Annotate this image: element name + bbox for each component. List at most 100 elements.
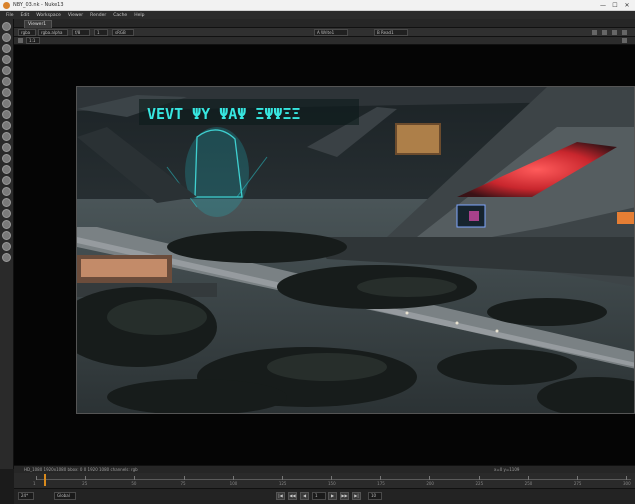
timeline-tick [626, 476, 627, 480]
first-frame-button[interactable]: |◀ [276, 492, 285, 500]
window-title: NBY_03.nk - Nuke13 [13, 2, 64, 8]
svg-text:VEVT ΨΥ ΨΑΨ ΞΨΨΞΞ: VEVT ΨΥ ΨΑΨ ΞΨΨΞΞ [147, 105, 301, 123]
timeline-tick [576, 476, 578, 480]
menu-help[interactable]: Help [134, 13, 144, 18]
timeline-tick [232, 476, 234, 480]
viewer-controls: rgba rgba.alpha f/8 1 sRGB A Write1 B Re… [14, 28, 635, 37]
viewer-secondary-controls: 1:1 [14, 37, 635, 45]
cryptomatte-icon[interactable] [2, 176, 11, 185]
play-forward-button[interactable]: ▶ [328, 492, 337, 500]
keyer-icon[interactable] [2, 187, 11, 196]
color-icon[interactable] [2, 253, 11, 262]
timeline-tick-label: 125 [278, 481, 287, 486]
cursor-info: x=0 y=1109 [494, 467, 520, 472]
grade-icon[interactable] [2, 66, 11, 75]
menu-render[interactable]: Render [90, 13, 106, 18]
clone-icon[interactable] [2, 44, 11, 53]
draw-icon[interactable] [2, 220, 11, 229]
views-icon[interactable] [2, 132, 11, 141]
paint-icon[interactable] [2, 33, 11, 42]
timeline-ruler [36, 479, 631, 480]
metadata-icon[interactable] [2, 143, 11, 152]
last-frame-button[interactable]: ▶| [352, 492, 361, 500]
time-icon[interactable] [2, 209, 11, 218]
toolbar [0, 19, 14, 469]
menu-file[interactable]: File [6, 13, 14, 18]
tab-viewer1[interactable]: Viewer1 [24, 20, 52, 28]
image-icon[interactable] [2, 231, 11, 240]
timeline-tick-label: 225 [475, 481, 484, 486]
toolsets-icon[interactable] [2, 154, 11, 163]
timeline-tick [183, 476, 185, 480]
menu-viewer[interactable]: Viewer [68, 13, 83, 18]
pointer-icon[interactable] [2, 22, 11, 31]
maximize-button[interactable]: ☐ [610, 1, 620, 10]
timeline-tick-label: 175 [377, 481, 385, 486]
close-button[interactable]: ✕ [622, 1, 632, 10]
timeline-tick-label: 1 [33, 481, 36, 486]
frame-field[interactable]: 1 [312, 492, 326, 500]
title-bar: NBY_03.nk - Nuke13 — ☐ ✕ [0, 0, 635, 11]
timeline-tick [36, 476, 37, 480]
playhead[interactable] [44, 474, 46, 486]
refresh-icon[interactable] [622, 30, 627, 35]
timeline[interactable]: 1 25 50 75 100 125 150 175 200 225 250 275 300 [14, 473, 635, 488]
play-backward-button[interactable]: ◀ [300, 492, 309, 500]
menu-edit[interactable]: Edit [21, 13, 30, 18]
overlay-icon[interactable] [602, 30, 607, 35]
timeline-tick-label: 25 [82, 481, 88, 486]
input-b-dropdown[interactable]: B Read1 [374, 29, 408, 36]
transport-controls: 24* Global |◀ ◀◀ ◀ 1 ▶ ▶▶ ▶| 10 [14, 488, 635, 504]
timeline-tick [134, 476, 136, 480]
blur-icon[interactable] [2, 55, 11, 64]
prev-keyframe-button[interactable]: ◀◀ [288, 492, 297, 500]
colorspace-dropdown[interactable]: sRGB [112, 29, 134, 36]
timeline-tick [478, 476, 480, 480]
timeline-tick-label: 275 [573, 481, 582, 486]
timeline-tick-label: 200 [426, 481, 434, 486]
timeline-tick-label: 75 [180, 481, 186, 486]
range-dropdown[interactable]: Global [54, 492, 76, 500]
proxy-dropdown[interactable]: 1:1 [26, 37, 40, 44]
step-field[interactable]: 10 [368, 492, 382, 500]
particle-icon[interactable] [2, 110, 11, 119]
timeline-tick [331, 476, 332, 480]
timeline-tick-label: 250 [524, 481, 533, 486]
format-info: HD_1080 1920x1080 bbox: 0 0 1920 1080 ch… [24, 467, 138, 472]
info-bar: HD_1080 1920x1080 bbox: 0 0 1920 1080 ch… [14, 465, 635, 473]
3d-icon[interactable] [2, 99, 11, 108]
roi-icon[interactable] [612, 30, 617, 35]
minimize-button[interactable]: — [598, 1, 608, 10]
merge-icon[interactable] [2, 77, 11, 86]
transform-icon[interactable] [2, 88, 11, 97]
lock-icon[interactable] [592, 30, 597, 35]
timeline-tick [429, 476, 431, 480]
channels-dropdown[interactable]: rgba [18, 29, 36, 36]
timeline-tick-label: 100 [229, 481, 238, 486]
timeline-tick-label: 150 [328, 481, 336, 486]
next-keyframe-button[interactable]: ▶▶ [340, 492, 349, 500]
menu-cache[interactable]: Cache [113, 13, 127, 18]
menu-workspace[interactable]: Workspace [36, 13, 61, 18]
input-a-dropdown[interactable]: A Write1 [314, 29, 348, 36]
deep-icon[interactable] [2, 121, 11, 130]
gamma-field[interactable]: 1 [94, 29, 108, 36]
timeline-tick [527, 476, 529, 480]
filter-icon[interactable] [2, 242, 11, 251]
timeline-tick [85, 476, 87, 480]
settings-icon[interactable] [622, 38, 627, 43]
fps-field[interactable]: 24* [18, 492, 34, 500]
tab-bar: Viewer1 [14, 19, 635, 28]
timeline-tick-label: 50 [131, 481, 137, 486]
menu-bar: File Edit Workspace Viewer Render Cache … [0, 11, 635, 19]
exposure-field[interactable]: f/8 [72, 29, 90, 36]
channel-icon[interactable] [2, 198, 11, 207]
layer-dropdown[interactable]: rgba.alpha [38, 29, 68, 36]
other-icon[interactable] [2, 165, 11, 174]
rendered-frame: VEVT ΨΥ ΨΑΨ ΞΨΨΞΞ [76, 86, 635, 414]
nuke-logo-icon [3, 2, 10, 9]
timeline-tick [380, 476, 382, 480]
timeline-tick-label: 300 [623, 481, 631, 486]
timeline-tick [281, 476, 283, 480]
zoom-icon[interactable] [18, 38, 23, 43]
